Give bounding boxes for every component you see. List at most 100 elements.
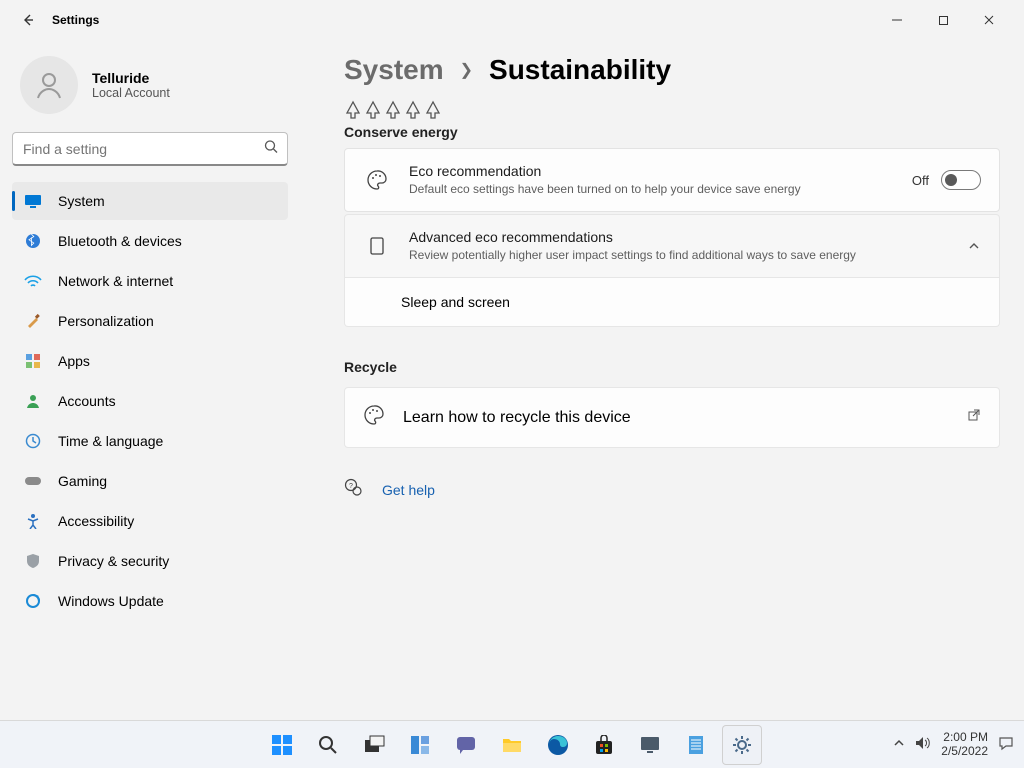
sub-row-label: Sleep and screen [401,294,510,310]
taskbar: 2:00 PM 2/5/2022 [0,720,1024,768]
nav-privacy[interactable]: Privacy & security [12,542,288,580]
tree-icon [344,100,362,120]
device-icon [363,236,391,256]
widgets-button[interactable] [400,725,440,765]
nav-system[interactable]: System [12,182,288,220]
advanced-title: Advanced eco recommendations [409,229,949,245]
search-icon [317,734,339,756]
account-block[interactable]: Telluride Local Account [12,48,288,122]
tray-overflow-button[interactable] [893,737,905,752]
notification-icon [998,735,1014,751]
explorer-button[interactable] [492,725,532,765]
close-icon [983,14,995,26]
open-external-icon [967,408,981,427]
app-icon [640,736,660,754]
breadcrumb-parent[interactable]: System [344,54,444,86]
maximize-button[interactable] [920,4,966,36]
tree-icon [424,100,442,120]
back-button[interactable] [12,4,44,36]
folder-icon [501,735,523,755]
bluetooth-icon [24,232,42,250]
sleep-and-screen-link[interactable]: Sleep and screen [344,278,1000,327]
notifications-button[interactable] [998,735,1014,754]
nav-time-language[interactable]: Time & language [12,422,288,460]
eco-toggle[interactable] [941,170,981,190]
nav-personalization[interactable]: Personalization [12,302,288,340]
nav-label: Gaming [58,473,107,489]
nav-apps[interactable]: Apps [12,342,288,380]
nav-label: Accounts [58,393,116,409]
chevron-up-icon [967,239,981,253]
account-type: Local Account [92,86,170,100]
tray-time: 2:00 PM [941,731,988,745]
nav-label: Personalization [58,313,154,329]
nav-accounts[interactable]: Accounts [12,382,288,420]
advanced-desc: Review potentially higher user impact se… [409,247,929,263]
volume-button[interactable] [915,736,931,753]
accessibility-icon [24,512,42,530]
tree-icon [404,100,422,120]
nav-network[interactable]: Network & internet [12,262,288,300]
search-wrap [12,132,288,166]
account-icon [24,392,42,410]
clock-globe-icon [24,432,42,450]
search-icon [264,140,278,159]
display-icon [24,192,42,210]
eco-score-icons [344,100,1000,120]
breadcrumb: System ❯ Sustainability [344,54,1000,86]
chat-button[interactable] [446,725,486,765]
palette-icon [363,169,391,191]
wifi-icon [24,272,42,290]
sidebar: Telluride Local Account System Bluetooth… [0,40,300,720]
edge-button[interactable] [538,725,578,765]
task-view-button[interactable] [354,725,394,765]
app-button-1[interactable] [630,725,670,765]
store-icon [594,735,614,755]
close-button[interactable] [966,4,1012,36]
get-help-link[interactable]: ? Get help [344,478,1000,501]
minimize-button[interactable] [874,4,920,36]
clock[interactable]: 2:00 PM 2/5/2022 [941,731,988,759]
advanced-eco-card[interactable]: Advanced eco recommendations Review pote… [344,214,1000,278]
avatar [20,56,78,114]
nav-gaming[interactable]: Gaming [12,462,288,500]
gear-icon [731,734,753,756]
recycle-link-label: Learn how to recycle this device [403,409,631,427]
window-title: Settings [52,13,99,27]
apps-icon [24,352,42,370]
content: System ❯ Sustainability Conserve energy … [300,40,1024,720]
nav: System Bluetooth & devices Network & int… [12,182,288,620]
help-icon: ? [344,478,362,501]
task-view-icon [363,734,385,756]
windows-icon [271,734,293,756]
section-conserve-heading: Conserve energy [344,124,1000,140]
nav-label: Time & language [58,433,163,449]
settings-button[interactable] [722,725,762,765]
maximize-icon [938,15,949,26]
page-title: Sustainability [489,54,671,86]
help-label[interactable]: Get help [382,482,435,498]
eco-toggle-state: Off [912,173,929,188]
paintbrush-icon [24,312,42,330]
eco-title: Eco recommendation [409,163,894,179]
notepad-button[interactable] [676,725,716,765]
search-input[interactable] [12,132,288,166]
tree-icon [384,100,402,120]
eco-recommendation-card: Eco recommendation Default eco settings … [344,148,1000,212]
nav-bluetooth[interactable]: Bluetooth & devices [12,222,288,260]
svg-text:?: ? [349,483,353,490]
palette-icon [363,404,385,431]
speaker-icon [915,736,931,750]
taskbar-search-button[interactable] [308,725,348,765]
nav-accessibility[interactable]: Accessibility [12,502,288,540]
gamepad-icon [24,472,42,490]
edge-icon [547,734,569,756]
start-button[interactable] [262,725,302,765]
nav-windows-update[interactable]: Windows Update [12,582,288,620]
widgets-icon [409,734,431,756]
nav-label: Network & internet [58,273,173,289]
system-tray: 2:00 PM 2/5/2022 [893,731,1024,759]
update-icon [24,592,42,610]
store-button[interactable] [584,725,624,765]
recycle-link-card[interactable]: Learn how to recycle this device [344,387,1000,448]
